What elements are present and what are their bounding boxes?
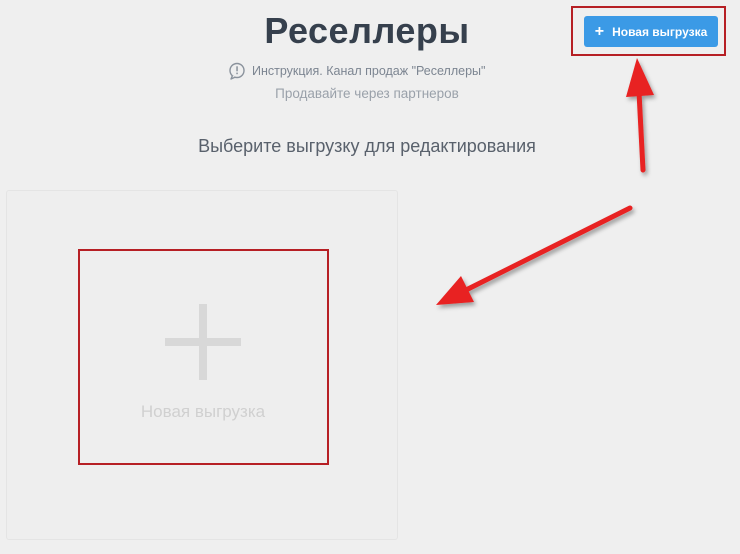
new-export-card-label: Новая выгрузка <box>140 402 266 421</box>
new-export-card[interactable]: Новая выгрузка <box>78 250 328 464</box>
instruction-link[interactable]: Инструкция. Канал продаж "Реселлеры" <box>228 62 485 80</box>
arrow-left-icon <box>436 205 633 305</box>
chat-help-icon <box>229 62 245 80</box>
instruction-text: Инструкция. Канал продаж "Реселлеры" <box>252 64 486 78</box>
page-subtitle: Продавайте через партнеров <box>275 86 459 101</box>
plus-icon <box>165 304 241 380</box>
select-export-prompt: Выберите выгрузку для редактирования <box>198 136 536 156</box>
annotation-highlight-button <box>571 6 726 56</box>
